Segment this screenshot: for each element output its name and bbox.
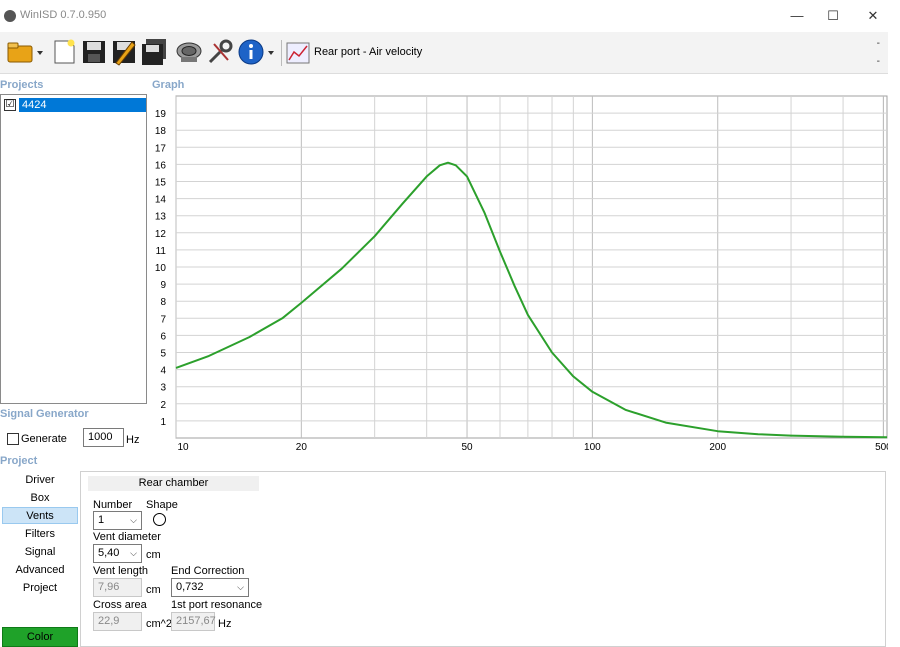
projects-label: Projects (0, 79, 44, 91)
x-tick-label: 50 (461, 442, 473, 453)
nav-vents[interactable]: Vents (2, 507, 78, 524)
x-tick-label: 500 (875, 442, 888, 453)
frequency-input[interactable]: 1000 (83, 428, 124, 447)
frequency-unit: Hz (126, 434, 140, 446)
minimize-button[interactable]: — (782, 6, 812, 26)
vent-length-input: 7,96 (93, 578, 142, 597)
x-tick-label: 10 (177, 442, 189, 453)
y-tick-label: 11 (156, 246, 167, 257)
graph-panel: 1 2 3 4 5 6 7 8 9 10 11 12 13 14 15 16 17 18 19 10 20 50 100 20… (148, 94, 888, 456)
x-tick-label: 20 (296, 442, 308, 453)
save-all-icon[interactable] (140, 38, 168, 66)
chevron-down-icon: ⌵ (130, 515, 137, 525)
toolbar-dash-top: - (876, 38, 880, 49)
vent-diameter-select[interactable]: 5,40 ⌵ (93, 544, 142, 563)
y-tick-label: 7 (160, 314, 166, 325)
project-name[interactable]: 4424 (19, 98, 146, 112)
port-resonance-input: 2157,67 (171, 612, 216, 631)
number-label: Number (93, 499, 133, 511)
number-value: 1 (98, 514, 105, 526)
driver-icon[interactable] (175, 38, 203, 66)
end-correction-select[interactable]: 0,732 ⌵ (171, 578, 249, 597)
port-resonance-unit: Hz (218, 618, 232, 630)
y-tick-label: 2 (160, 400, 166, 411)
nav-project[interactable]: Project (2, 580, 78, 597)
graph-label: Graph (152, 79, 185, 91)
nav-box[interactable]: Box (2, 490, 78, 507)
cross-area-label: Cross area (93, 599, 147, 611)
open-folder-icon[interactable] (6, 38, 34, 66)
cross-area-input: 22,9 (93, 612, 142, 631)
tools-icon[interactable] (206, 38, 234, 66)
y-tick-label: 10 (155, 263, 167, 274)
graph-icon[interactable] (286, 38, 310, 66)
y-tick-label: 6 (160, 331, 166, 342)
end-correction-label: End Correction (171, 565, 245, 577)
y-tick-label: 1 (160, 417, 166, 428)
vent-length-unit: cm (146, 584, 161, 596)
signal-generator-label: Signal Generator (0, 408, 89, 420)
save-as-icon[interactable] (110, 38, 138, 66)
x-tick-label: 100 (584, 442, 601, 453)
color-button[interactable]: Color (2, 627, 78, 647)
shape-label: Shape (146, 499, 178, 511)
cross-area-unit: cm^2 (146, 618, 172, 630)
new-file-icon[interactable] (50, 38, 78, 66)
graph-selector-label[interactable]: Rear port - Air velocity (314, 46, 422, 58)
chamber-header: Rear chamber (88, 476, 259, 491)
toolbar-dash-bottom: - (876, 56, 880, 67)
title-bar: WinISD 0.7.0.950 — ☐ ✕ (0, 0, 900, 32)
x-tick-label: 200 (709, 442, 726, 453)
y-tick-label: 3 (160, 383, 166, 394)
nav-advanced[interactable]: Advanced (2, 562, 78, 579)
vent-diameter-unit: cm (146, 549, 161, 561)
chevron-down-icon: ⌵ (237, 582, 244, 592)
y-tick-label: 15 (155, 178, 167, 189)
toolbar-separator (281, 40, 282, 66)
chart: 1234567891011121314151617181910 20 50 100 20… (155, 95, 888, 453)
y-tick-label: 18 (155, 126, 167, 137)
app-icon (4, 10, 16, 22)
shape-round-icon[interactable] (153, 513, 166, 526)
project-row[interactable]: ☑ 4424 (3, 98, 146, 112)
y-tick-label: 17 (155, 143, 167, 154)
vent-diameter-value: 5,40 (98, 547, 120, 559)
y-tick-label: 4 (160, 366, 166, 377)
nav-filters[interactable]: Filters (2, 526, 78, 543)
maximize-button[interactable]: ☐ (818, 6, 848, 26)
close-button[interactable]: ✕ (858, 6, 888, 26)
save-icon[interactable] (80, 38, 108, 66)
window-title: WinISD 0.7.0.950 (20, 9, 107, 21)
end-correction-value: 0,732 (176, 581, 204, 593)
toolbar: Rear port - Air velocity - - (0, 32, 888, 74)
number-select[interactable]: 1 ⌵ (93, 511, 142, 530)
nav-driver[interactable]: Driver (2, 472, 78, 489)
y-tick-label: 12 (155, 229, 167, 240)
y-tick-label: 9 (160, 280, 166, 291)
generate-label: Generate (21, 433, 67, 445)
chevron-down-icon: ⌵ (130, 548, 137, 558)
y-tick-label: 5 (160, 349, 166, 360)
y-tick-label: 13 (155, 212, 167, 223)
dropdown-arrow-icon[interactable] (35, 38, 45, 66)
y-tick-label: 19 (155, 109, 167, 120)
y-tick-label: 14 (155, 195, 167, 206)
projects-list[interactable]: ☑ 4424 (0, 94, 147, 404)
vent-diameter-label: Vent diameter (93, 531, 161, 543)
vent-length-label: Vent length (93, 565, 149, 577)
port-resonance-label: 1st port resonance (171, 599, 263, 611)
y-tick-label: 16 (155, 160, 167, 171)
project-checkbox[interactable]: ☑ (4, 99, 16, 111)
info-icon[interactable] (237, 38, 265, 66)
y-tick-label: 8 (160, 297, 166, 308)
dropdown-arrow-icon[interactable] (266, 38, 276, 66)
project-section-label: Project (0, 455, 38, 467)
nav-signal[interactable]: Signal (2, 544, 78, 561)
generate-checkbox[interactable] (7, 433, 19, 445)
